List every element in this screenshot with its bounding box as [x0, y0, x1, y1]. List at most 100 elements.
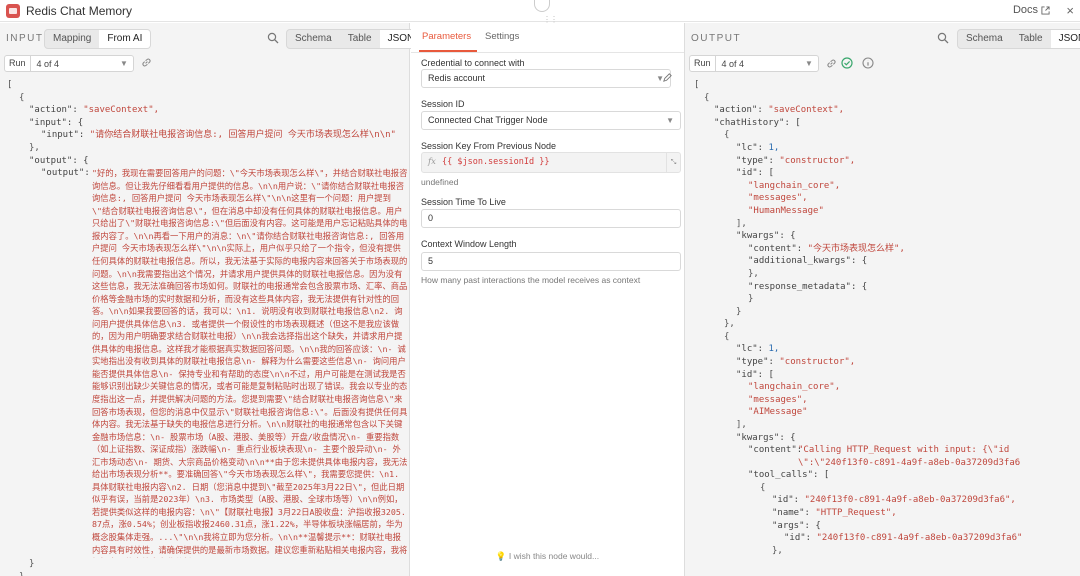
- tab-from-ai[interactable]: From AI: [99, 30, 151, 48]
- json-line: "input": {: [7, 117, 407, 130]
- json-value: "240f13f0-c891-4a9f-a8eb-0a37209d3fa6": [816, 533, 1023, 544]
- json-value: "AIMessage": [748, 407, 808, 418]
- json-value: "HTTP_Request",: [815, 508, 897, 518]
- param-tabs: Parameters Settings: [411, 23, 684, 53]
- link-icon[interactable]: [826, 58, 837, 69]
- json-value: "constructor",: [779, 357, 856, 368]
- json-brace: {: [760, 482, 766, 493]
- json-brace: },: [748, 268, 759, 279]
- ttl-input[interactable]: 0: [421, 209, 681, 228]
- output-panel-label: OUTPUT: [691, 33, 742, 44]
- credential-select[interactable]: Redis account ▼: [421, 69, 671, 88]
- json-line: "input": "请你结合财联社电报咨询信息:, 回答用户提问 今天市场表现怎…: [7, 129, 407, 142]
- json-value: "今天市场表现怎么样",: [807, 243, 905, 254]
- docs-label: Docs: [1012, 4, 1038, 16]
- feedback-text: I wish this node would...: [508, 551, 600, 561]
- search-icon[interactable]: [937, 32, 949, 44]
- json-bracket: [: [694, 80, 700, 90]
- json-line: "type": "constructor",: [694, 155, 1079, 168]
- json-key: "content":: [748, 445, 803, 456]
- expand-icon[interactable]: ⤡: [666, 153, 680, 172]
- session-key-expression[interactable]: fx {{ $json.sessionId }} ⤡: [421, 152, 681, 173]
- input-mode-toggle: Mapping From AI: [44, 29, 152, 49]
- lightbulb-icon: 💡: [495, 551, 507, 561]
- json-brace: }: [748, 294, 754, 305]
- window-length-value: 5: [428, 256, 434, 266]
- input-panel-label: INPUT: [6, 33, 44, 44]
- run-value: 4 of 4: [36, 58, 60, 69]
- search-icon[interactable]: [267, 32, 279, 44]
- ttl-label: Session Time To Live: [421, 197, 506, 207]
- json-brace: }: [29, 559, 35, 570]
- json-brace: {: [704, 92, 710, 103]
- run-selector[interactable]: Run 4 of 4 ▼: [689, 55, 819, 72]
- info-icon[interactable]: [862, 57, 874, 69]
- json-key: "lc":: [736, 344, 764, 355]
- tab-mapping[interactable]: Mapping: [45, 30, 99, 48]
- node-title: Redis Chat Memory: [26, 3, 133, 18]
- json-brace: },: [772, 545, 783, 556]
- json-bracket: ],: [736, 420, 747, 431]
- json-bracket: ],: [736, 218, 747, 229]
- json-line: "id": [: [694, 167, 1079, 180]
- json-line: "langchain_core",: [694, 381, 1079, 394]
- json-brace: {: [724, 130, 730, 141]
- json-line: "content": "Calling HTTP_Request with in…: [694, 444, 1079, 469]
- json-key: "args": {: [772, 520, 821, 531]
- parameters-panel: ⋮⋮ Parameters Settings Credential to con…: [411, 15, 684, 576]
- json-value: "HumanMessage": [748, 205, 824, 216]
- ttl-value: 0: [428, 213, 434, 223]
- json-line: "chatHistory": [: [694, 117, 1079, 130]
- json-key: "id":: [772, 495, 800, 506]
- input-panel: INPUT Mapping From AI Schema Table JSON …: [0, 23, 424, 576]
- json-bracket: [: [7, 80, 13, 90]
- json-line: "content": "今天市场表现怎么样",: [694, 243, 1079, 256]
- output-panel: OUTPUT Schema Table JSON Run 4 of 4 ▼ [ …: [684, 23, 1080, 576]
- window-length-input[interactable]: 5: [421, 252, 681, 271]
- chevron-down-icon: ▼: [805, 59, 813, 68]
- json-key: "id": [: [736, 168, 774, 179]
- run-label: Run: [5, 56, 31, 71]
- link-icon[interactable]: [141, 57, 152, 68]
- json-key: "tool_calls": [: [748, 470, 830, 481]
- tab-schema[interactable]: Schema: [958, 30, 1011, 48]
- feedback-link[interactable]: 💡 I wish this node would...: [411, 551, 684, 562]
- json-line: "langchain_core",: [694, 180, 1079, 193]
- run-label: Run: [690, 56, 716, 71]
- json-key: "input":: [41, 130, 85, 141]
- json-key: "type":: [736, 155, 774, 166]
- json-line: "lc": 1,: [694, 343, 1079, 356]
- output-json-view: [ { "action": "saveContext", "chatHistor…: [685, 79, 1080, 576]
- session-id-select[interactable]: Connected Chat Trigger Node ▼: [421, 111, 681, 130]
- json-key: "response_metadata": {: [748, 281, 868, 292]
- json-key: "input": {: [29, 117, 84, 128]
- run-value: 4 of 4: [721, 58, 745, 69]
- json-value: "langchain_core",: [748, 180, 841, 191]
- json-value: "saveContext",: [83, 105, 160, 116]
- run-selector[interactable]: Run 4 of 4 ▼: [4, 55, 134, 72]
- fx-icon: fx: [428, 157, 436, 167]
- session-key-expr: {{ $json.sessionId }}: [442, 157, 550, 167]
- json-key: "kwargs": {: [736, 432, 796, 443]
- tab-settings[interactable]: Settings: [485, 31, 519, 42]
- json-key: "chatHistory": [: [714, 117, 801, 128]
- credential-label: Credential to connect with: [421, 58, 525, 68]
- json-line: "type": "constructor",: [694, 356, 1079, 369]
- json-key: "name":: [772, 508, 810, 518]
- json-value: "langchain_core",: [748, 382, 841, 393]
- tab-schema[interactable]: Schema: [287, 30, 340, 48]
- json-value: "constructor",: [779, 155, 856, 166]
- json-line: "id": "240f13f0-c891-4a9f-a8eb-0a37209d3…: [694, 494, 1079, 507]
- tab-table[interactable]: Table: [340, 30, 380, 48]
- tab-parameters[interactable]: Parameters: [422, 31, 471, 42]
- json-line: "kwargs": {: [694, 230, 1079, 243]
- json-line: "id": [: [694, 369, 1079, 382]
- tab-json[interactable]: JSON: [1050, 30, 1080, 48]
- docs-link[interactable]: Docs: [1013, 4, 1050, 16]
- json-line: "action": "saveContext",: [694, 104, 1079, 117]
- pencil-icon[interactable]: [662, 72, 673, 83]
- tab-table[interactable]: Table: [1011, 30, 1051, 48]
- json-key: "id": [: [736, 369, 774, 380]
- close-icon[interactable]: ×: [1066, 3, 1074, 18]
- json-brace: }: [736, 306, 742, 317]
